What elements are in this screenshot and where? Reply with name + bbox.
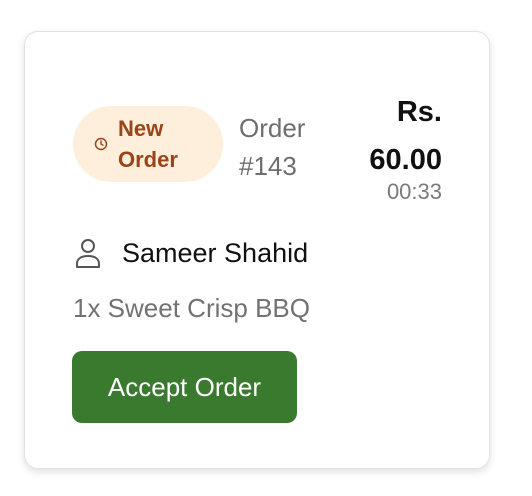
order-price: Rs. 60.00 (369, 96, 442, 176)
user-icon (74, 237, 102, 269)
status-badge-label: New Order (118, 116, 178, 172)
status-badge: New Order (73, 106, 223, 182)
items-summary: 1x Sweet Crisp BBQ (73, 293, 310, 323)
order-card: New Order Order #143 Rs. 60.00 00:33 Sam… (24, 31, 490, 469)
clock-icon (94, 137, 108, 151)
accept-order-button[interactable]: Accept Order (72, 351, 297, 423)
order-number: Order #143 (239, 113, 306, 181)
customer-info: Sameer Shahid (74, 235, 308, 271)
customer-name: Sameer Shahid (122, 238, 309, 268)
elapsed-time: 00:33 (386, 179, 442, 204)
